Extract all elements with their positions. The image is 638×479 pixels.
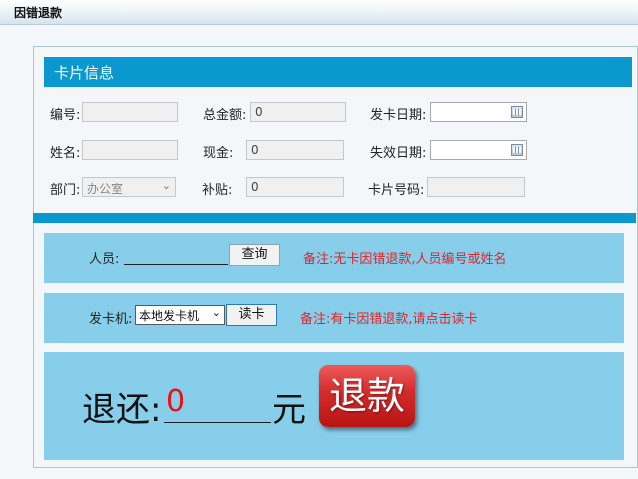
expire-date-label: 失效日期: xyxy=(370,146,427,161)
card-info-title: 卡片信息 xyxy=(54,64,115,82)
refund-button[interactable]: 退款 xyxy=(319,365,415,427)
total-amount-field[interactable]: 0 xyxy=(250,102,346,122)
read-card-button[interactable]: 读卡 xyxy=(226,304,277,326)
card-machine-select[interactable]: 本地发卡机 ⌄ xyxy=(135,305,225,325)
dept-selected: 办公室 xyxy=(87,182,124,196)
dept-label: 部门: xyxy=(50,183,81,198)
total-amount-label: 总金额: xyxy=(203,108,247,123)
dept-select[interactable]: 办公室 ⌄ xyxy=(82,177,176,197)
currency-unit: 元 xyxy=(272,390,306,430)
query-button[interactable]: 查询 xyxy=(229,244,280,266)
subsidy-label: 补贴: xyxy=(202,183,233,198)
card-info-header: 卡片信息 xyxy=(44,56,632,87)
calendar-icon[interactable] xyxy=(511,106,523,118)
card-machine-label: 发卡机: xyxy=(89,312,133,327)
subsidy-field[interactable]: 0 xyxy=(246,177,344,197)
window-title: 因错退款 xyxy=(14,6,63,20)
chevron-down-icon: ⌄ xyxy=(211,306,221,319)
calendar-icon[interactable] xyxy=(511,144,523,156)
number-label: 编号: xyxy=(50,108,81,123)
cash-label: 现金: xyxy=(203,146,234,161)
query-note: 备注:无卡因错退款,人员编号或姓名 xyxy=(303,252,507,267)
card-number-label: 卡片号码: xyxy=(368,183,425,198)
section-divider xyxy=(33,213,636,223)
refund-amount: 0 xyxy=(166,384,186,419)
card-number-field[interactable] xyxy=(427,177,525,197)
name-field[interactable] xyxy=(82,140,178,160)
issue-date-label: 发卡日期: xyxy=(370,108,427,123)
person-label: 人员: xyxy=(89,252,120,267)
issue-date-field[interactable] xyxy=(430,102,527,122)
number-field[interactable] xyxy=(82,102,178,122)
refund-amount-input[interactable]: 0 xyxy=(164,384,271,423)
card-reader-note: 备注:有卡因错退款,请点击读卡 xyxy=(300,312,478,327)
refund-label: 退还: xyxy=(82,390,162,430)
name-label: 姓名: xyxy=(50,146,81,161)
title-bar: 因错退款 xyxy=(0,0,638,25)
expire-date-field[interactable] xyxy=(430,140,527,160)
cash-field[interactable]: 0 xyxy=(246,140,344,160)
card-machine-selected: 本地发卡机 xyxy=(139,309,200,323)
person-input[interactable] xyxy=(124,245,228,265)
chevron-down-icon: ⌄ xyxy=(161,179,171,192)
